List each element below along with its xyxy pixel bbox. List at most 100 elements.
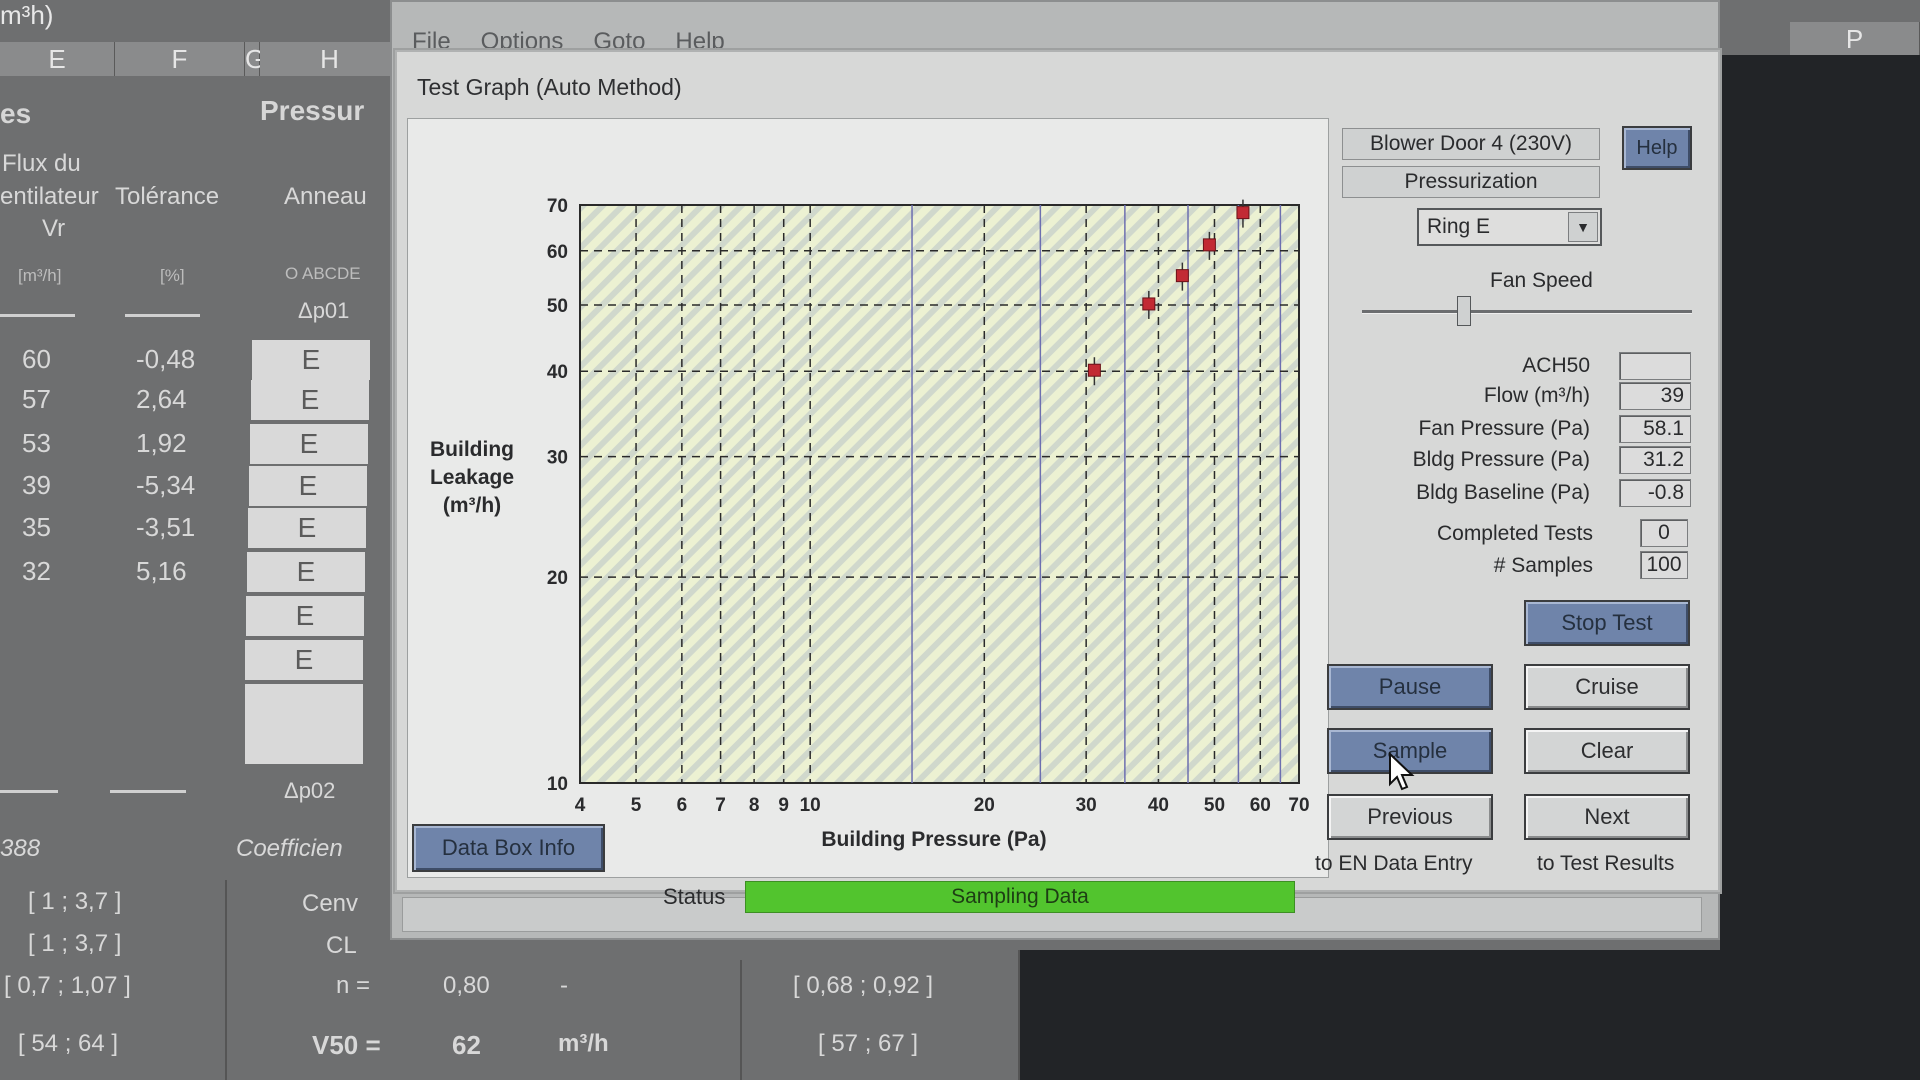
sheet-cell-flux[interactable]: 57	[22, 384, 51, 415]
y-tick-label: 60	[547, 242, 568, 263]
sheet-cell-flux[interactable]: 39	[22, 470, 51, 501]
sheet-header-flux-3: Vr	[42, 215, 66, 242]
sheet-col-h[interactable]: H	[260, 42, 400, 76]
x-tick-label: 10	[800, 795, 821, 816]
x-tick-label: 20	[974, 795, 995, 816]
dialog-title: Test Graph (Auto Method)	[417, 74, 682, 100]
sheet-section-right: Pressur	[260, 95, 365, 126]
sheet-bottom-code: 388	[0, 835, 41, 862]
mode-label: Pressurization	[1342, 166, 1600, 198]
sheet-n-dash: -	[560, 972, 568, 999]
cruise-button[interactable]: Cruise	[1524, 664, 1690, 710]
readout-label: Bldg Baseline (Pa)	[1416, 481, 1590, 504]
sheet-unit-flux: [m³/h]	[18, 266, 62, 285]
x-tick-label: 30	[1076, 795, 1097, 816]
completed-tests-value: 0	[1640, 519, 1688, 547]
sheet-cell-tolerance[interactable]: -5,34	[136, 470, 195, 501]
dark-region	[1720, 55, 1920, 1080]
ring-select[interactable]: Ring E ▼	[1417, 208, 1602, 246]
sheet-cell-ring[interactable]: E	[247, 552, 365, 592]
previous-button[interactable]: Previous	[1327, 794, 1493, 840]
chevron-down-icon[interactable]: ▼	[1568, 212, 1598, 242]
samples-value[interactable]: 100	[1640, 551, 1688, 579]
next-button[interactable]: Next	[1524, 794, 1690, 840]
plot-area	[579, 204, 1300, 784]
device-label: Blower Door 4 (230V)	[1342, 128, 1600, 160]
sheet-v50-label: V50 =	[312, 1030, 381, 1060]
x-axis-label: Building Pressure (Pa)	[821, 828, 1046, 851]
x-tick-label: 70	[1288, 795, 1309, 816]
sheet-header-tolerance: Tolérance	[115, 183, 220, 210]
sheet-cell-tolerance[interactable]: 5,16	[136, 556, 187, 587]
readout-value	[1619, 352, 1691, 380]
stop-test-button[interactable]: Stop Test	[1524, 600, 1690, 646]
slider-track	[1362, 310, 1692, 314]
sheet-gridline	[225, 880, 227, 1080]
sheet-cell-ring[interactable]: E	[248, 508, 366, 548]
x-tick-label: 5	[631, 795, 642, 816]
sheet-delta-p01: Δp01	[298, 298, 350, 323]
sheet-n-value: 0,80	[443, 972, 490, 999]
sheet-range-3: [ 0,7 ; 1,07 ]	[4, 972, 131, 999]
sheet-coefficient-label: Coefficien	[236, 835, 343, 862]
fan-speed-slider[interactable]	[1362, 292, 1692, 332]
sheet-cell-ring[interactable]: E	[249, 466, 367, 506]
sheet-v50-range: [ 57 ; 67 ]	[818, 1030, 919, 1057]
sheet-cell-flux[interactable]: 53	[22, 428, 51, 459]
sheet-col-p[interactable]: P	[1790, 22, 1920, 56]
help-button[interactable]: Help	[1622, 126, 1692, 170]
data-box-info-button[interactable]: Data Box Info	[412, 824, 605, 872]
sheet-v50-value: 62	[452, 1030, 481, 1060]
y-tick-label: 70	[547, 196, 568, 217]
readout-label: Fan Pressure (Pa)	[1418, 417, 1590, 440]
sheet-cell-tolerance[interactable]: -3,51	[136, 512, 195, 543]
sheet-cell-ring[interactable]: E	[250, 424, 368, 464]
sheet-divider	[0, 314, 75, 317]
sheet-cell-tolerance[interactable]: 1,92	[136, 428, 187, 459]
readout-label: Flow (m³/h)	[1483, 384, 1590, 407]
y-tick-label: 20	[547, 568, 568, 589]
sheet-c-l: CL	[326, 932, 357, 959]
ring-select-value: Ring E	[1427, 215, 1491, 238]
sheet-cell-flux[interactable]: 35	[22, 512, 51, 543]
sheet-cell-tolerance[interactable]: -0,48	[136, 344, 195, 375]
next-sub-label: to Test Results	[1537, 852, 1675, 875]
sheet-cell-tolerance[interactable]: 2,64	[136, 384, 187, 415]
sheet-col-g[interactable]: G	[245, 42, 265, 76]
sheet-cell-ring[interactable]: E	[245, 640, 363, 680]
sheet-ring-letters: O ABCDE	[285, 264, 361, 283]
fan-speed-label: Fan Speed	[1490, 269, 1593, 292]
slider-thumb[interactable]	[1457, 296, 1471, 326]
pause-button[interactable]: Pause	[1327, 664, 1493, 710]
readout-label: ACH50	[1522, 354, 1590, 377]
sheet-n-range: [ 0,68 ; 0,92 ]	[793, 972, 934, 999]
clear-button[interactable]: Clear	[1524, 728, 1690, 774]
x-tick-label: 4	[575, 795, 586, 816]
sheet-topleft-text: m³h)	[0, 0, 54, 30]
y-tick-label: 30	[547, 448, 568, 469]
sheet-gridline	[740, 960, 742, 1080]
samples-label: # Samples	[1493, 554, 1593, 577]
status-label: Status	[663, 884, 726, 909]
readout-value: -0.8	[1619, 479, 1691, 507]
sheet-col-e[interactable]: E	[0, 42, 115, 76]
test-graph-dialog: Test Graph (Auto Method) 4 5 6 7 8 9 10 20 30 40 5…	[395, 50, 1720, 913]
status-progress-bar: Sampling Data	[745, 881, 1295, 913]
sheet-cell-ring[interactable]: E	[252, 340, 370, 380]
sheet-cell-ring[interactable]: E	[251, 380, 369, 420]
y-tick-label: 10	[547, 774, 568, 795]
leakage-chart: 4 5 6 7 8 9 10 20 30 40 50 60 70 10 20 30 40 50 60 70 Build…	[430, 196, 1310, 851]
sheet-cell-flux[interactable]: 60	[22, 344, 51, 375]
sheet-range-1: [ 1 ; 3,7 ]	[28, 888, 122, 915]
readout-value: 39	[1619, 382, 1691, 410]
sheet-header-flux-1: Flux du	[2, 150, 81, 177]
sheet-col-f[interactable]: F	[115, 42, 245, 76]
sheet-cell-flux[interactable]: 32	[22, 556, 51, 587]
x-tick-label: 7	[715, 795, 726, 816]
sheet-section-left: es	[0, 98, 32, 129]
readout-value: 58.1	[1619, 415, 1691, 443]
sheet-delta-p02: Δp02	[284, 778, 336, 803]
sheet-cell-ring[interactable]	[245, 684, 363, 764]
sheet-cell-ring[interactable]: E	[246, 596, 364, 636]
sheet-unit-tolerance: [%]	[160, 266, 185, 285]
